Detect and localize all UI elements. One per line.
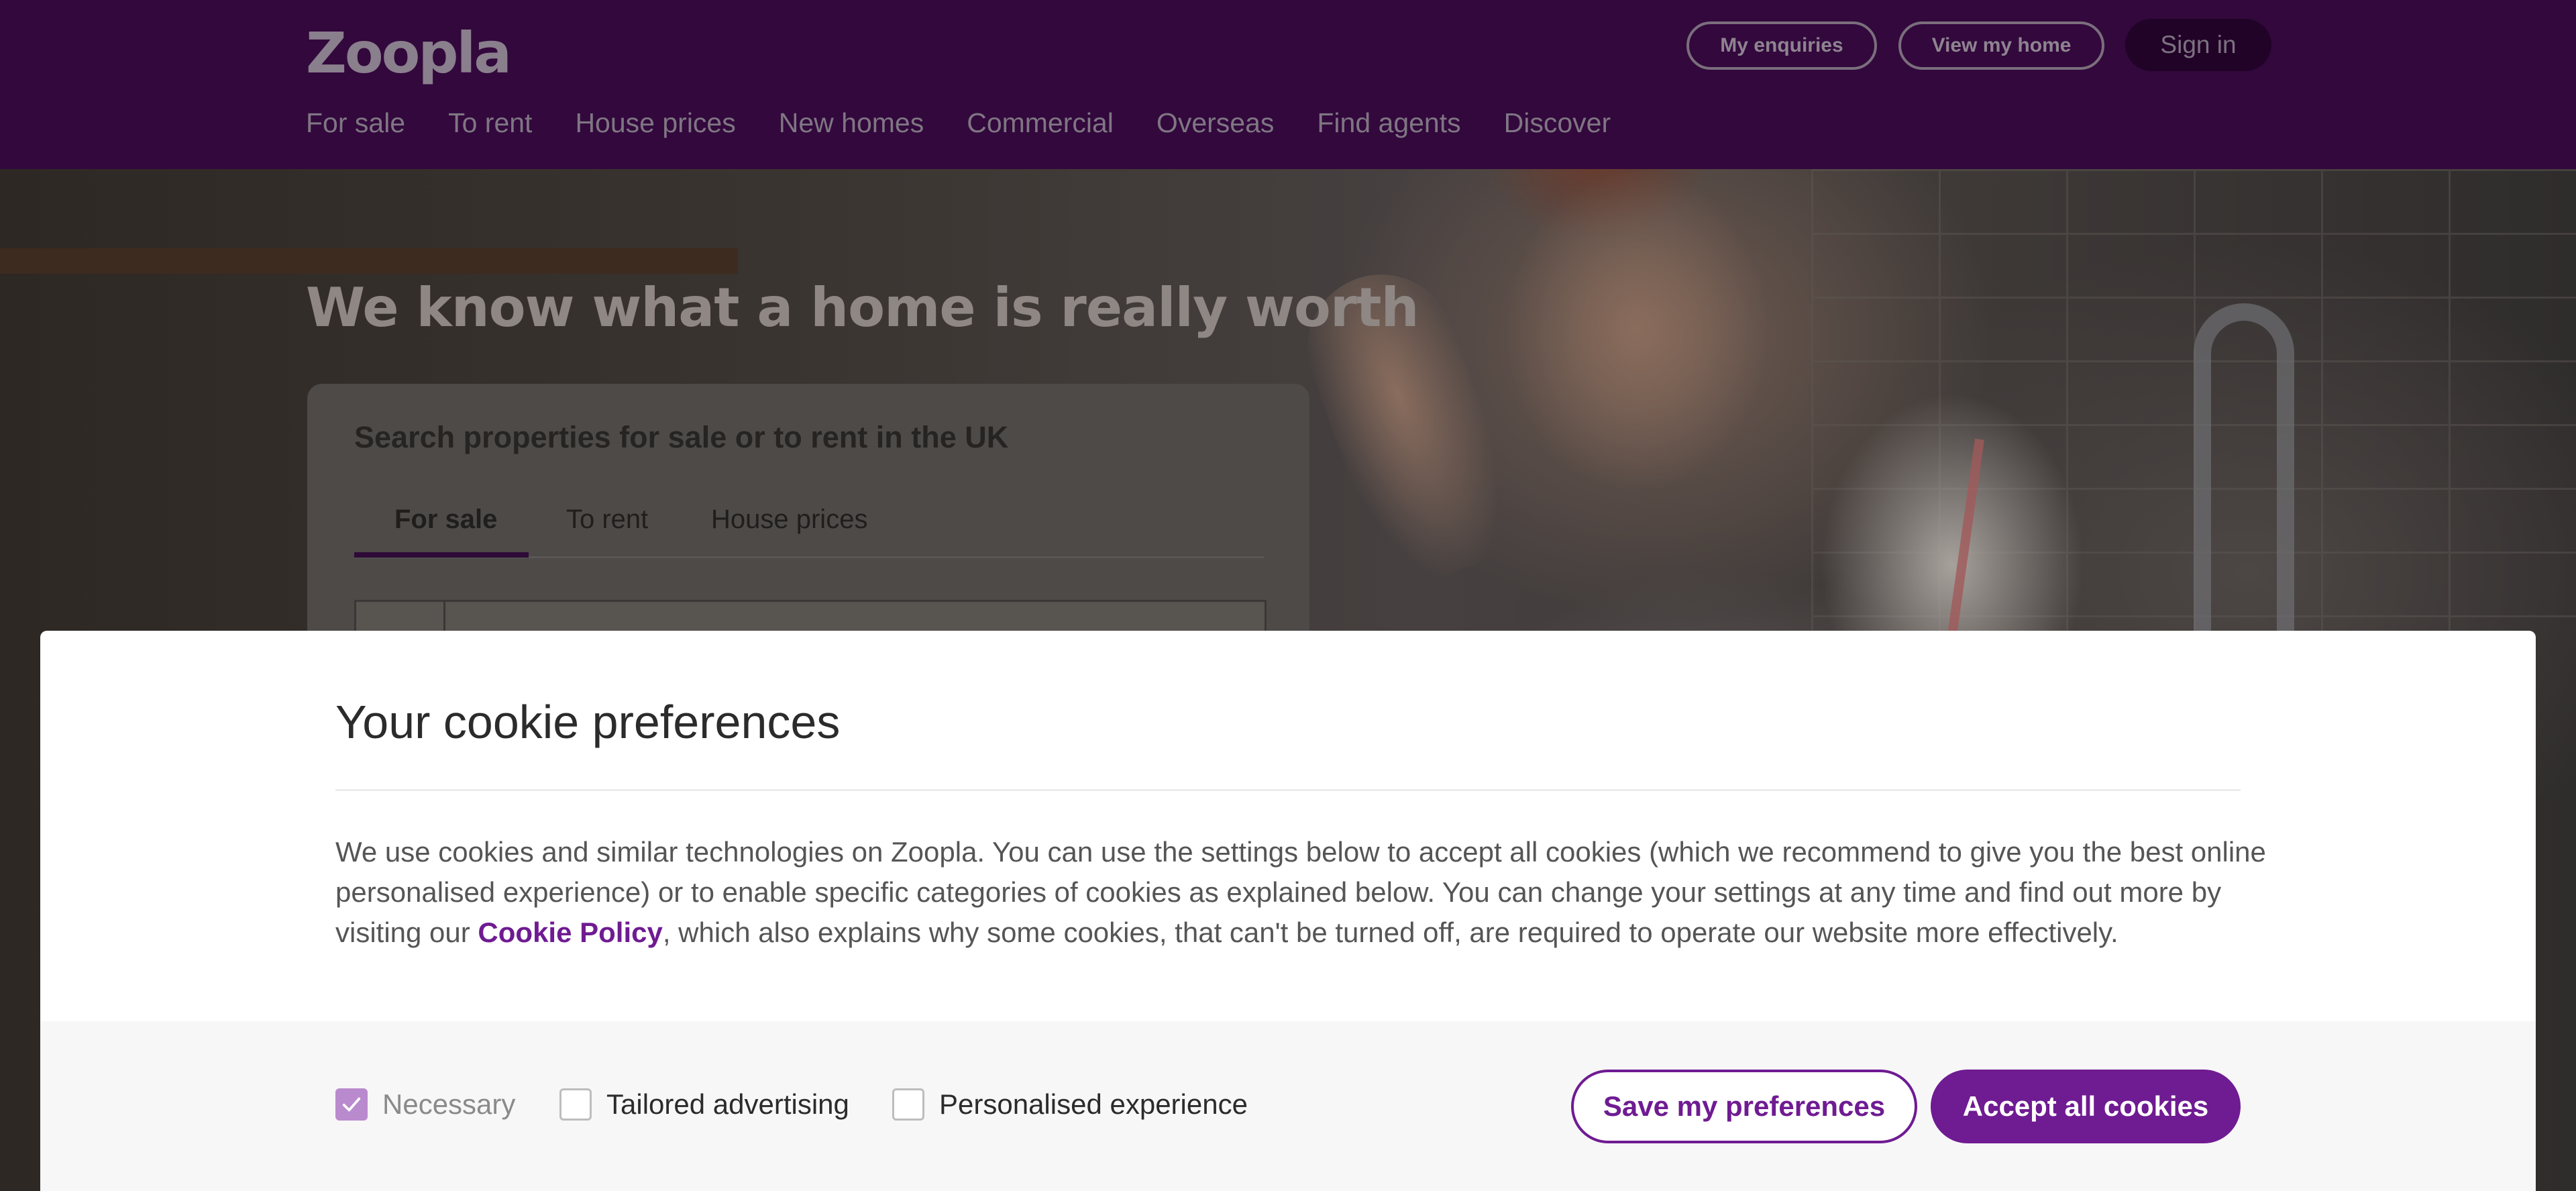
tab-to-rent[interactable]: To rent	[566, 505, 648, 535]
checkbox-necessary-label: Necessary	[382, 1088, 516, 1120]
site-header: Zoopla My enquiries View my home Sign in…	[0, 0, 2576, 169]
tab-for-sale[interactable]: For sale	[394, 505, 497, 535]
accept-all-cookies-button[interactable]: Accept all cookies	[1931, 1070, 2241, 1143]
tab-house-prices[interactable]: House prices	[711, 505, 867, 535]
nav-overseas[interactable]: Overseas	[1157, 107, 1274, 139]
search-tabs: For sale To rent House prices	[354, 491, 1264, 558]
my-enquiries-button[interactable]: My enquiries	[1686, 21, 1877, 70]
checkbox-tailored-advertising-box	[559, 1088, 592, 1121]
checkbox-necessary-box	[335, 1088, 368, 1121]
cookie-body-text-end: , which also explains why some cookies, …	[662, 917, 2118, 948]
active-tab-indicator	[354, 552, 529, 558]
checkbox-tailored-advertising-label: Tailored advertising	[606, 1088, 849, 1120]
zoopla-logo[interactable]: Zoopla	[306, 20, 512, 86]
checkbox-necessary[interactable]: Necessary	[335, 1088, 515, 1121]
check-icon	[342, 1097, 361, 1112]
checkbox-personalised-experience[interactable]: Personalised experience	[892, 1088, 1248, 1121]
cookie-policy-link[interactable]: Cookie Policy	[478, 917, 662, 948]
nav-for-sale[interactable]: For sale	[306, 107, 405, 139]
nav-to-rent[interactable]: To rent	[448, 107, 532, 139]
nav-new-homes[interactable]: New homes	[779, 107, 924, 139]
search-heading: Search properties for sale or to rent in…	[354, 420, 1009, 454]
view-my-home-button[interactable]: View my home	[1898, 21, 2104, 70]
nav-find-agents[interactable]: Find agents	[1317, 107, 1460, 139]
cookie-modal-title: Your cookie preferences	[335, 696, 841, 748]
checkbox-tailored-advertising[interactable]: Tailored advertising	[559, 1088, 849, 1121]
cookie-modal-body: We use cookies and similar technologies …	[335, 832, 2267, 953]
hero-title: We know what a home is really worth	[306, 276, 1419, 339]
nav-house-prices[interactable]: House prices	[575, 107, 735, 139]
checkbox-personalised-experience-box	[892, 1088, 924, 1121]
save-preferences-button[interactable]: Save my preferences	[1571, 1070, 1917, 1143]
sign-in-button[interactable]: Sign in	[2125, 19, 2271, 71]
cookie-preferences-modal: Your cookie preferences We use cookies a…	[40, 631, 2536, 1191]
hero-background-shelf	[0, 248, 738, 274]
cookie-modal-divider	[335, 789, 2241, 791]
nav-commercial[interactable]: Commercial	[967, 107, 1114, 139]
checkbox-personalised-experience-label: Personalised experience	[939, 1088, 1248, 1120]
main-nav: For sale To rent House prices New homes …	[306, 107, 1654, 139]
nav-discover[interactable]: Discover	[1504, 107, 1611, 139]
cookie-modal-footer: Necessary Tailored advertising Personali…	[40, 1021, 2536, 1191]
